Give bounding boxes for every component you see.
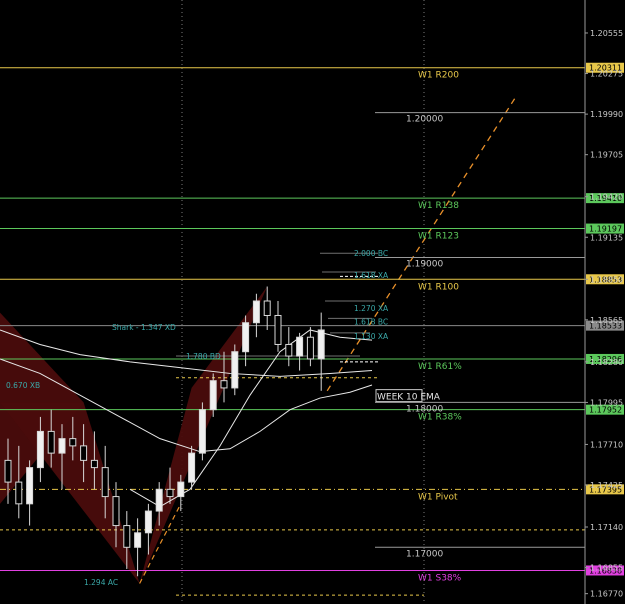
pattern-label: 1.270 XA (354, 304, 389, 313)
candle-body (296, 336, 304, 357)
candle-body (134, 532, 142, 548)
candle-body (101, 467, 109, 498)
pattern-label: 1.618 XA (354, 271, 389, 280)
candle-body (47, 430, 55, 454)
axis-tick-label: 1.19135 (590, 233, 623, 242)
round-number-label: 1.19000 (406, 260, 443, 270)
candle-body (36, 430, 44, 469)
candle[interactable] (231, 344, 239, 396)
candle-body (123, 525, 131, 548)
axis-tick-label: 1.18280 (590, 358, 623, 367)
pattern-label: 1.780 BD (186, 352, 221, 361)
candle-body (90, 459, 98, 469)
round-number-label: 1.20000 (406, 115, 443, 125)
candle-body (15, 481, 23, 505)
candle-body (285, 343, 293, 357)
candle-body (317, 329, 325, 360)
pattern-label: 0.670 XB (6, 381, 40, 390)
round-number-label: 1.17000 (406, 549, 443, 559)
axis-tick-label: 1.17425 (590, 481, 623, 490)
price-chart[interactable]: W1 R200W1 R138W1 R123W1 R100W1 R61%W1 R3… (0, 0, 625, 604)
axis-tick-label: 1.19990 (590, 110, 623, 119)
pattern-label: 1.130 XA (354, 332, 389, 341)
candle-body (166, 488, 174, 498)
pattern-label: 1.618 BC (354, 317, 388, 326)
candle-body (198, 409, 206, 454)
round-number-label: 1.18000 (406, 404, 443, 414)
axis-tick-label: 1.18850 (590, 275, 623, 284)
candle-body (26, 467, 34, 505)
axis-tick-label: 1.16855 (590, 564, 623, 573)
candle-body (112, 496, 120, 527)
candle-body (177, 481, 185, 498)
candle-body (155, 488, 163, 512)
candle-body (144, 510, 152, 534)
level-label: W1 Pivot (418, 492, 458, 502)
axis-tick-label: 1.17995 (590, 398, 623, 407)
candle[interactable] (198, 402, 206, 461)
axis-tick-label: 1.17140 (590, 523, 623, 532)
axis-tick-label: 1.20275 (590, 70, 623, 79)
axis-tick-label: 1.19705 (590, 151, 623, 160)
axis-tick-label: 1.16770 (590, 590, 623, 599)
candle-body (231, 351, 239, 389)
candle-body (252, 300, 260, 324)
axis-tick-label: 1.17710 (590, 440, 623, 449)
level-label: W1 R123 (418, 232, 459, 242)
axis-tick-label: 1.20555 (590, 29, 623, 38)
candle-body (188, 452, 196, 483)
axis-tick-label: 1.18565 (590, 316, 623, 325)
price-badge-text: 1.19197 (589, 225, 622, 234)
candle-body (220, 380, 228, 389)
candle-body (4, 459, 12, 483)
candle-body (306, 336, 314, 360)
level-label: W1 R61% (418, 362, 462, 372)
candle-body (263, 300, 271, 316)
candle-body (242, 322, 250, 353)
level-label: W1 R100 (418, 282, 459, 292)
candle-body (58, 438, 66, 454)
ema-label: WEEK 10 EMA (377, 393, 441, 403)
pattern-label: 1.294 AC (84, 578, 118, 587)
pattern-label: Shark - 1.347 XD (112, 323, 176, 332)
pattern-label: 2.000 BC (354, 249, 388, 258)
level-label: W1 R200 (418, 71, 459, 81)
chart-window: W1 R200 W1 R138 W1 R123 W1 R100 W1 R61% W1 R3… (0, 0, 625, 604)
candle-body (69, 438, 77, 447)
level-label: W1 S38% (418, 573, 462, 583)
candle-body (80, 445, 88, 461)
axis-tick-label: 1.19420 (590, 193, 623, 202)
candle-body (209, 380, 217, 411)
candle-body (274, 314, 282, 345)
level-label: W1 R138 (418, 201, 459, 211)
